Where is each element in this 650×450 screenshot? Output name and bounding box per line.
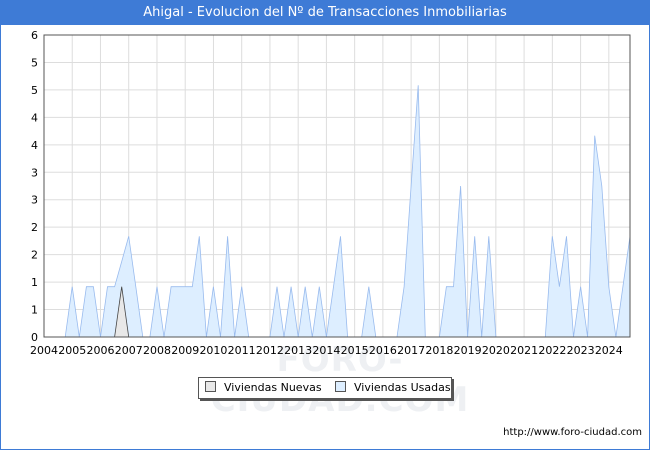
legend-swatch-nuevas: [205, 381, 216, 392]
x-tick-label: 2017: [397, 344, 425, 357]
source-url: http://www.foro-ciudad.com: [503, 427, 642, 438]
y-tick-label: 5: [31, 56, 38, 69]
x-tick-label: 2019: [454, 344, 482, 357]
legend: Viviendas Nuevas Viviendas Usadas: [198, 377, 452, 399]
x-tick-label: 2020: [482, 344, 510, 357]
x-tick-label: 2015: [341, 344, 369, 357]
x-tick-label: 2004: [30, 344, 58, 357]
legend-swatch-usadas: [335, 381, 346, 392]
x-tick-label: 2021: [510, 344, 538, 357]
legend-label-nuevas: Viviendas Nuevas: [224, 381, 322, 394]
x-tick-label: 2012: [256, 344, 284, 357]
x-tick-label: 2013: [284, 344, 312, 357]
x-tick-label: 2011: [228, 344, 256, 357]
x-tick-label: 2023: [567, 344, 595, 357]
x-tick-label: 2024: [595, 344, 623, 357]
y-tick-label: 0: [31, 331, 38, 344]
x-tick-label: 2009: [171, 344, 199, 357]
y-tick-label: 3: [31, 166, 38, 179]
x-tick-label: 2010: [199, 344, 227, 357]
x-tick-label: 2014: [312, 344, 340, 357]
x-tick-label: 2008: [143, 344, 171, 357]
legend-item-usadas: Viviendas Usadas: [335, 381, 451, 395]
x-tick-label: 2016: [369, 344, 397, 357]
y-tick-label: 6: [31, 29, 38, 42]
y-tick-label: 3: [31, 194, 38, 207]
x-tick-label: 2007: [115, 344, 143, 357]
y-tick-label: 4: [31, 111, 38, 124]
x-tick-label: 2005: [58, 344, 86, 357]
legend-label-usadas: Viviendas Usadas: [354, 381, 451, 394]
series-area-viviendas-usadas: [64, 85, 631, 338]
x-tick-label: 2006: [86, 344, 114, 357]
y-tick-label: 2: [31, 221, 38, 234]
y-tick-label: 1: [31, 276, 38, 289]
y-axis-ticks: 0 1 1 2 2 3 3 4 4 5 5 6: [31, 29, 38, 344]
series-layer: [64, 85, 631, 338]
x-tick-label: 2022: [538, 344, 566, 357]
legend-item-nuevas: Viviendas Nuevas: [205, 381, 322, 395]
x-axis-ticks: 2004 2005 2006 2007 2008 2009 2010 2011 2012 2013…: [30, 344, 623, 357]
y-tick-label: 1: [31, 304, 38, 317]
y-tick-label: 5: [31, 84, 38, 97]
y-tick-label: 4: [31, 139, 38, 152]
x-tick-label: 2018: [425, 344, 453, 357]
y-tick-label: 2: [31, 249, 38, 262]
